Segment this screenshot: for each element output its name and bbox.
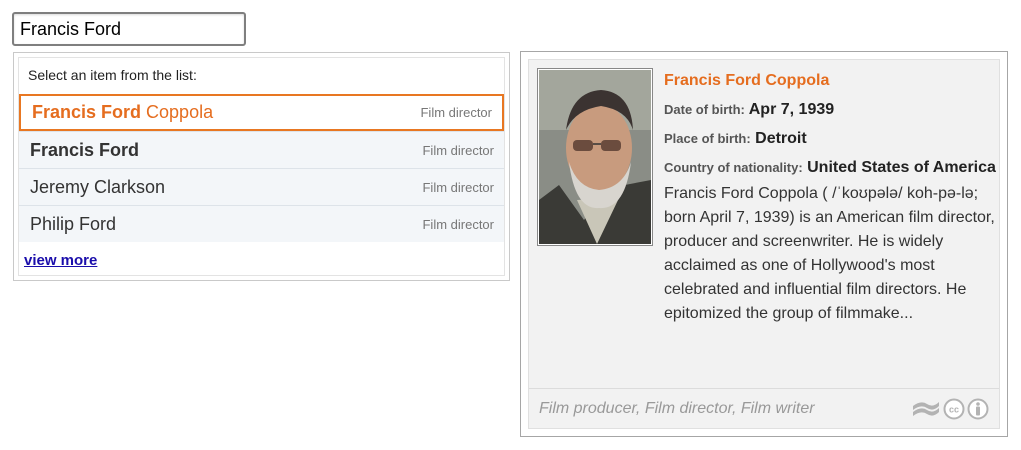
dropdown-header: Select an item from the list:: [28, 67, 197, 83]
match-text: Francis Ford: [30, 139, 140, 160]
date-of-birth-label: Date of birth:: [664, 102, 745, 117]
suggestion-item-francis-ford[interactable]: Francis Ford Film director: [19, 131, 504, 168]
rest-text: Philip Ford: [30, 213, 117, 234]
country-of-nationality: Country of nationality: United States of…: [664, 156, 999, 180]
suggestion-item-name: Francis Ford Coppola: [32, 102, 213, 123]
topic-flyout: Francis Ford Coppola Date of birth: Apr …: [520, 51, 1008, 437]
suggestion-item-type: Film director: [422, 142, 494, 158]
date-of-birth-value: Apr 7, 1939: [748, 101, 835, 118]
suggestion-list-container: Select an item from the list: Francis Fo…: [18, 57, 505, 276]
rest-text: Jeremy Clarkson: [30, 176, 166, 197]
topic-description: Francis Ford Coppola ( /ˈkoʊpələ/ koh-pə…: [664, 185, 995, 322]
date-of-birth: Date of birth: Apr 7, 1939: [664, 98, 999, 122]
portrait-image: [539, 70, 651, 244]
topic-name[interactable]: Francis Ford Coppola: [664, 72, 999, 90]
search-input[interactable]: [12, 12, 246, 46]
creative-commons-icon[interactable]: cc: [943, 398, 965, 420]
suggestion-item-name: Francis Ford: [30, 140, 139, 161]
suggestion-item-name: Philip Ford: [30, 214, 116, 235]
topic-info: Francis Ford Coppola Date of birth: Apr …: [664, 72, 999, 326]
suggestion-item-jeremy-clarkson[interactable]: Jeremy Clarkson Film director: [19, 168, 504, 205]
rest-text: Coppola: [141, 102, 214, 122]
country-of-nationality-label: Country of nationality:: [664, 160, 803, 175]
flyout-footer: Film producer, Film director, Film write…: [529, 388, 999, 428]
suggestion-item-type: Film director: [420, 105, 492, 120]
suggestion-dropdown: Select an item from the list: Francis Fo…: [13, 52, 510, 281]
footer-icons: cc: [911, 398, 989, 420]
place-of-birth-label: Place of birth:: [664, 131, 751, 146]
suggestion-item-name: Jeremy Clarkson: [30, 177, 165, 198]
view-more-link[interactable]: view more: [24, 252, 97, 269]
suggestion-list: Francis Ford Coppola Film director Franc…: [19, 94, 504, 242]
suggestion-item-francis-ford-coppola[interactable]: Francis Ford Coppola Film director: [19, 94, 504, 131]
topic-photo: [537, 68, 653, 246]
svg-text:cc: cc: [949, 404, 959, 414]
notable-types: Film producer, Film director, Film write…: [539, 399, 815, 417]
place-of-birth-value: Detroit: [755, 130, 807, 147]
attribution-icon[interactable]: [967, 398, 989, 420]
match-text: Francis Ford: [32, 102, 142, 122]
suggestion-item-type: Film director: [422, 216, 494, 232]
flyout-content: Francis Ford Coppola Date of birth: Apr …: [528, 59, 1000, 429]
suggestion-item-type: Film director: [422, 179, 494, 195]
freebase-logo-icon[interactable]: [911, 398, 941, 420]
country-of-nationality-value: United States of America: [807, 159, 996, 176]
suggestion-item-philip-ford[interactable]: Philip Ford Film director: [19, 205, 504, 242]
place-of-birth: Place of birth: Detroit: [664, 127, 999, 151]
